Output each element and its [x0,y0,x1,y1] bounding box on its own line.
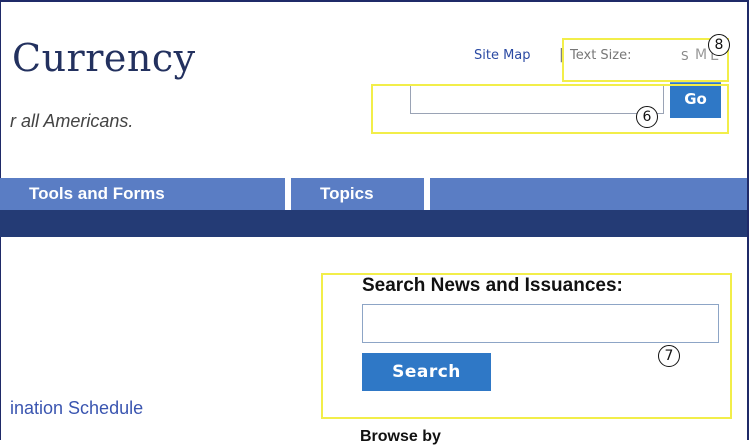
nav-divider [285,178,291,210]
window-top-border [0,0,749,2]
sub-nav-bar [0,210,747,237]
site-map-link[interactable]: Site Map [474,48,531,63]
schedule-link[interactable]: ination Schedule [10,398,143,419]
annotation-marker-8: 8 [708,34,730,56]
annotation-marker-6: 6 [636,106,658,128]
nav-divider [424,178,430,210]
browse-heading-partial: Browse by [360,428,441,445]
annotation-box-text-size [562,38,729,82]
annotation-marker-7: 7 [658,345,680,367]
site-title: Currency [12,36,196,80]
site-tagline: r all Americans. [10,111,134,131]
nav-topics[interactable]: Topics [320,184,374,204]
nav-tools-and-forms[interactable]: Tools and Forms [29,184,165,204]
annotation-box-top-search [371,84,729,134]
